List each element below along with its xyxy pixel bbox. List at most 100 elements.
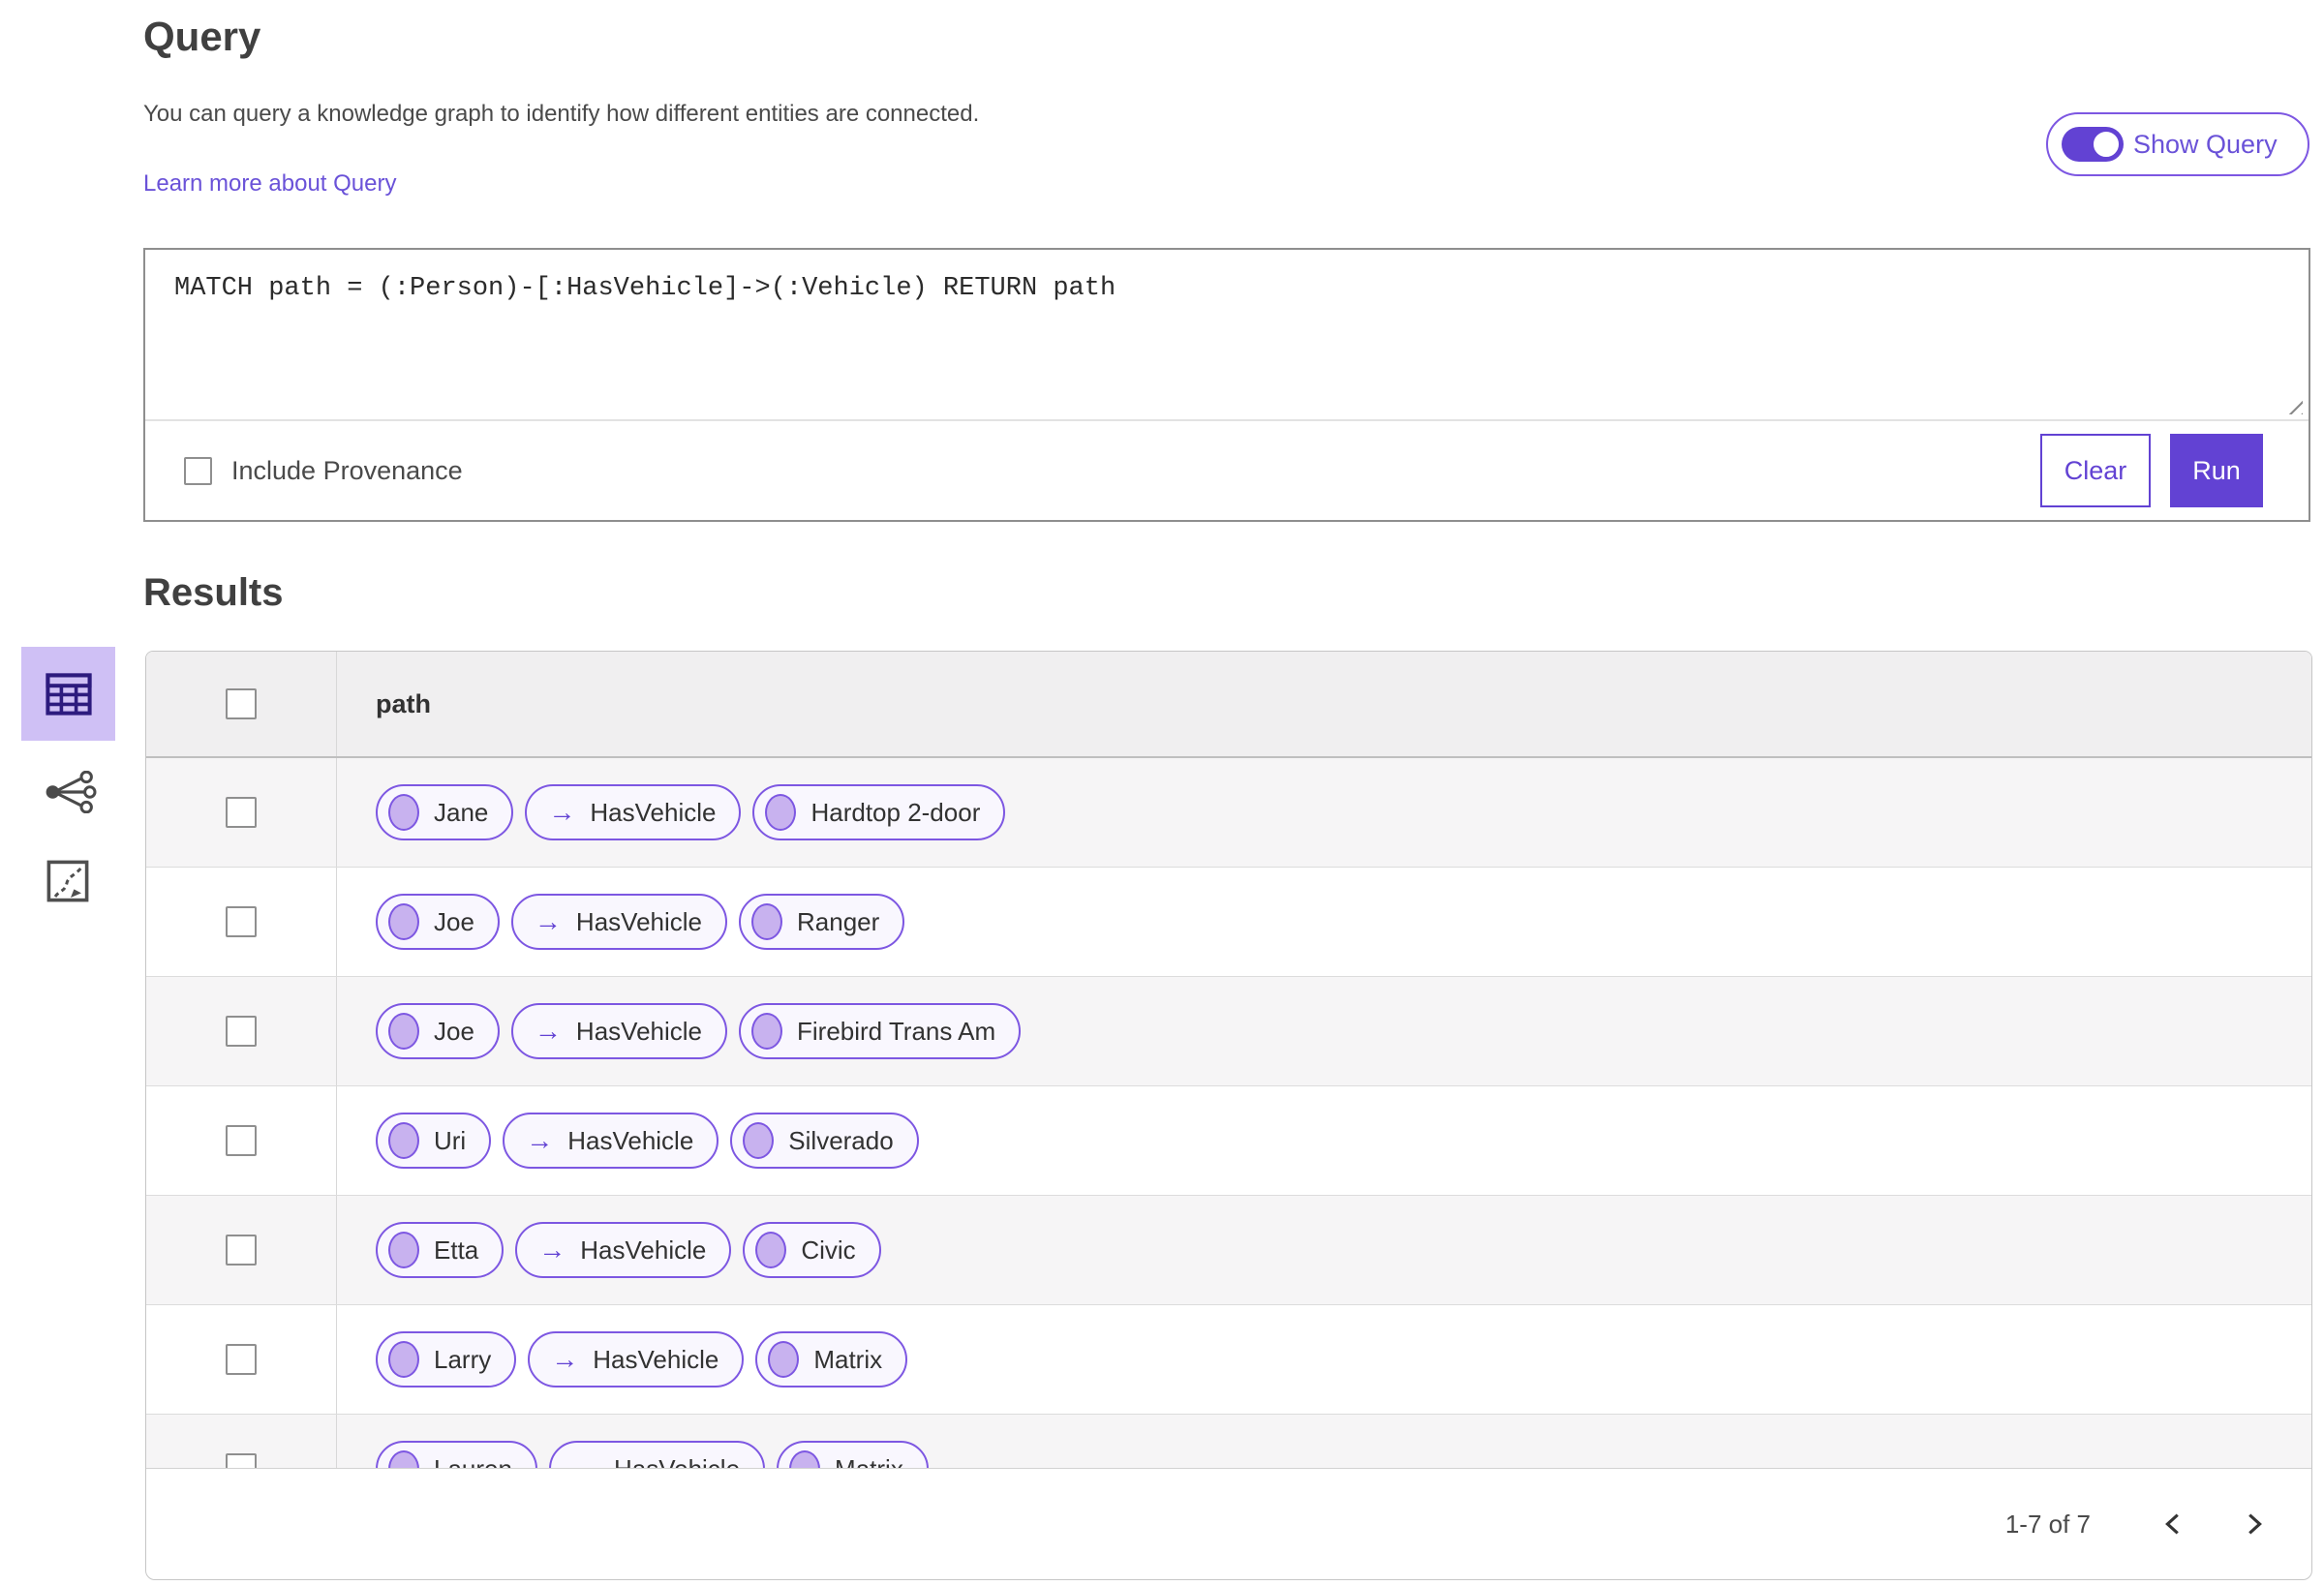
target-pill[interactable]: Hardtop 2-door	[752, 784, 1006, 840]
entity-pill[interactable]: Joe	[376, 1003, 500, 1059]
path-value: Etta → HasVehicle Civic	[376, 1222, 881, 1278]
relationship-pill-label: HasVehicle	[575, 1016, 702, 1046]
relationship-pill-label: HasVehicle	[580, 1235, 707, 1265]
entity-node-icon	[388, 1122, 419, 1159]
page: { "colors": { "accent": "#6242d3", "acce…	[0, 0, 2324, 1586]
entity-pill[interactable]: Jane	[376, 784, 514, 840]
entity-pill-label: Joe	[434, 1016, 474, 1046]
table-header-row: path	[146, 652, 2311, 758]
relationship-pill[interactable]: → HasVehicle	[528, 1331, 745, 1388]
edge-arrow-icon: →	[538, 1235, 566, 1265]
table-view-icon	[45, 672, 92, 716]
target-node-icon	[751, 1013, 782, 1050]
entity-pill-label: Etta	[434, 1235, 479, 1265]
entity-node-icon	[388, 1232, 419, 1268]
entity-pill-label: Uri	[434, 1125, 467, 1155]
query-description: You can query a knowledge graph to ident…	[143, 101, 980, 127]
row-checkbox[interactable]	[226, 906, 257, 937]
target-pill[interactable]: Firebird Trans Am	[739, 1003, 1022, 1059]
results-table-body: Jane → HasVehicle Hardtop 2-door Joe → H…	[146, 758, 2311, 1524]
relationship-pill-label: HasVehicle	[593, 1344, 719, 1374]
target-pill-label: Firebird Trans Am	[797, 1016, 996, 1046]
next-page-button[interactable]	[2234, 1505, 2273, 1543]
path-value: Jane → HasVehicle Hardtop 2-door	[376, 784, 1006, 840]
target-node-icon	[743, 1122, 775, 1159]
include-provenance-label: Include Provenance	[231, 455, 463, 485]
map-view-icon	[46, 860, 89, 902]
clear-button[interactable]: Clear	[2040, 434, 2151, 507]
target-node-icon	[765, 794, 797, 831]
target-pill-label: Hardtop 2-door	[810, 797, 981, 827]
map-view-button[interactable]	[46, 860, 89, 902]
entity-node-icon	[388, 794, 419, 831]
edge-arrow-icon: →	[534, 906, 562, 936]
results-title: Results	[143, 571, 284, 614]
row-checkbox[interactable]	[226, 1235, 257, 1266]
entity-node-icon	[388, 903, 419, 940]
run-button[interactable]: Run	[2170, 434, 2263, 507]
target-pill-label: Silverado	[788, 1125, 894, 1155]
row-checkbox[interactable]	[226, 1344, 257, 1375]
table-row: Joe → HasVehicle Firebird Trans Am	[146, 977, 2311, 1086]
target-pill-label: Civic	[801, 1235, 856, 1265]
relationship-pill[interactable]: → HasVehicle	[515, 1222, 732, 1278]
show-query-control[interactable]: Show Query	[2046, 112, 2309, 176]
edge-arrow-icon: →	[526, 1125, 554, 1155]
results-table: path Jane → HasVehicle Hardtop 2-door Jo…	[145, 651, 2312, 1580]
query-editor-panel: MATCH path = (:Person)-[:HasVehicle]->(:…	[143, 248, 2310, 522]
entity-pill[interactable]: Uri	[376, 1113, 492, 1169]
entity-node-icon	[388, 1341, 419, 1378]
target-pill[interactable]: Matrix	[755, 1331, 908, 1388]
target-pill[interactable]: Ranger	[739, 894, 905, 950]
entity-pill-label: Larry	[434, 1344, 492, 1374]
link-chart-view-button[interactable]	[43, 771, 97, 813]
path-value: Larry → HasVehicle Matrix	[376, 1331, 908, 1388]
include-provenance-checkbox[interactable]	[184, 456, 212, 485]
target-pill[interactable]: Civic	[743, 1222, 881, 1278]
column-header-path: path	[376, 688, 431, 718]
target-pill-label: Ranger	[797, 906, 880, 936]
entity-pill[interactable]: Joe	[376, 894, 500, 950]
row-checkbox[interactable]	[226, 1016, 257, 1047]
target-pill-label: Matrix	[813, 1344, 883, 1374]
target-node-icon	[768, 1341, 800, 1378]
row-checkbox[interactable]	[226, 1125, 257, 1156]
target-pill[interactable]: Silverado	[730, 1113, 919, 1169]
target-node-icon	[751, 903, 782, 940]
pagination-range-label: 1-7 of 7	[2004, 1509, 2091, 1539]
learn-more-link[interactable]: Learn more about Query	[143, 170, 396, 198]
table-view-button[interactable]	[21, 647, 115, 741]
relationship-pill-label: HasVehicle	[567, 1125, 694, 1155]
table-row: Etta → HasVehicle Civic	[146, 1196, 2311, 1305]
chevron-left-icon	[2165, 1513, 2179, 1535]
show-query-label: Show Query	[2133, 129, 2278, 159]
entity-pill-label: Joe	[434, 906, 474, 936]
relationship-pill-label: HasVehicle	[590, 797, 717, 827]
target-node-icon	[755, 1232, 787, 1268]
query-footer: Include Provenance Clear Run	[145, 419, 2309, 520]
edge-arrow-icon: →	[548, 797, 576, 827]
relationship-pill[interactable]: → HasVehicle	[510, 1003, 727, 1059]
link-chart-view-icon	[46, 771, 97, 813]
path-value: Uri → HasVehicle Silverado	[376, 1113, 919, 1169]
pagination-bar: 1-7 of 7	[146, 1468, 2311, 1579]
entity-pill[interactable]: Etta	[376, 1222, 505, 1278]
relationship-pill[interactable]: → HasVehicle	[525, 784, 742, 840]
show-query-toggle-icon[interactable]	[2062, 127, 2124, 162]
path-value: Joe → HasVehicle Firebird Trans Am	[376, 1003, 1022, 1059]
edge-arrow-icon: →	[551, 1344, 579, 1374]
prev-page-button[interactable]	[2155, 1505, 2193, 1543]
table-row: Larry → HasVehicle Matrix	[146, 1305, 2311, 1415]
query-input[interactable]: MATCH path = (:Person)-[:HasVehicle]->(:…	[145, 250, 2309, 419]
entity-pill-label: Jane	[434, 797, 489, 827]
table-row: Jane → HasVehicle Hardtop 2-door	[146, 758, 2311, 868]
relationship-pill[interactable]: → HasVehicle	[510, 894, 727, 950]
table-row: Joe → HasVehicle Ranger	[146, 868, 2311, 977]
entity-pill[interactable]: Larry	[376, 1331, 517, 1388]
row-checkbox[interactable]	[226, 797, 257, 828]
entity-node-icon	[388, 1013, 419, 1050]
edge-arrow-icon: →	[534, 1016, 562, 1046]
relationship-pill[interactable]: → HasVehicle	[503, 1113, 719, 1169]
select-all-checkbox[interactable]	[226, 688, 257, 719]
path-value: Joe → HasVehicle Ranger	[376, 894, 905, 950]
